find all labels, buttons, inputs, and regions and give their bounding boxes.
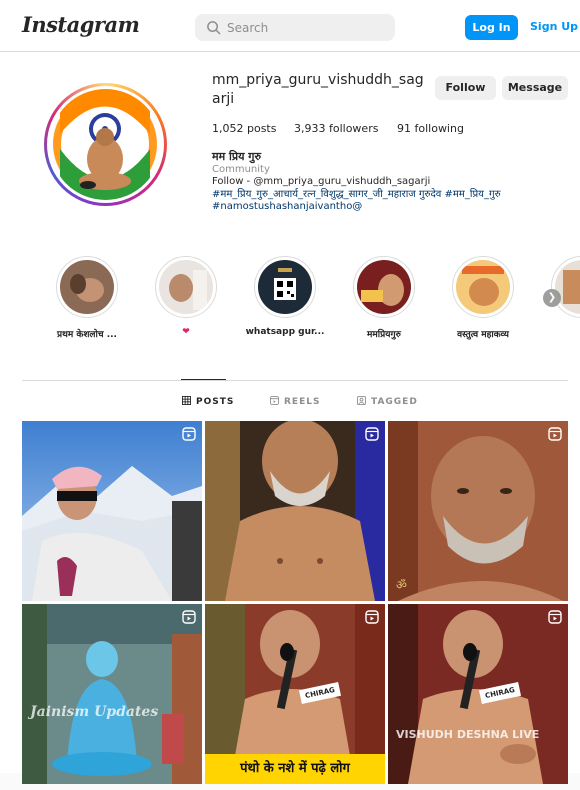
highlight-cover [60, 260, 114, 314]
highlight-label: वस्तुत्व महाकव्य [457, 330, 509, 340]
profile-section: mm_priya_guru_vishuddh_sagarji Follow Me… [0, 53, 580, 784]
instagram-logo[interactable]: Instagram [22, 12, 140, 37]
post-tile[interactable]: Jainism Updates [22, 604, 202, 784]
reel-icon [365, 610, 379, 624]
search-box[interactable] [195, 14, 395, 41]
reel-icon [182, 427, 196, 441]
reel-icon [548, 610, 562, 624]
main-content: mm_priya_guru_vishuddh_sagarji Follow Me… [0, 53, 580, 790]
post-tile[interactable]: CHIRAG VISHUDH DESHNA LIVE [388, 604, 568, 784]
bio-hashtags[interactable]: #मम_प्रिय_गुरु_आचार्य_रत्न_विशुद्ध_सागर_… [212, 189, 562, 202]
post-image [388, 604, 568, 784]
highlight-item[interactable]: वस्तुत्व महाकव्य [438, 256, 528, 340]
post-image [22, 421, 202, 601]
profile-avatar[interactable] [44, 83, 167, 206]
follow-button[interactable]: Follow [435, 76, 496, 100]
following-count[interactable]: 91 following [397, 122, 464, 135]
post-caption-bar: पंथो के नशे में पढ़े लोग [205, 754, 385, 784]
post-image: ॐ [388, 421, 568, 601]
highlight-item[interactable]: ममप्रियगुरु [339, 256, 429, 340]
top-nav: Instagram Log In Sign Up [0, 0, 580, 52]
highlight-label: whatsapp gur... [245, 327, 325, 337]
grid-icon [182, 396, 191, 405]
post-image [205, 421, 385, 601]
highlight-item[interactable]: whatsapp gur... [240, 256, 330, 337]
highlight-label: ❤ [182, 327, 190, 337]
tab-tagged[interactable]: TAGGED [357, 396, 418, 407]
reel-icon [182, 610, 196, 624]
highlight-cover [555, 260, 580, 314]
profile-bio: मम प्रिय गुरु Community Follow - @mm_pri… [212, 150, 562, 214]
highlight-label: प्रथम केशलोच ... [57, 330, 117, 340]
search-icon [207, 21, 221, 35]
story-highlights: प्रथम केशलोच ... ❤ whatsapp gur... ममप्र… [0, 256, 580, 346]
login-button[interactable]: Log In [465, 15, 518, 40]
post-watermark: VISHUDH DESHNA LIVE [396, 728, 540, 741]
signup-link[interactable]: Sign Up [530, 20, 578, 33]
reels-icon [270, 396, 279, 405]
post-image [22, 604, 202, 784]
highlight-cover [456, 260, 510, 314]
profile-username: mm_priya_guru_vishuddh_sagarji [212, 72, 424, 107]
highlight-cover [357, 260, 411, 314]
post-tile[interactable] [22, 421, 202, 601]
highlight-item[interactable] [537, 256, 580, 318]
avatar-image [50, 89, 161, 200]
tagged-icon [357, 396, 366, 405]
reel-icon [365, 427, 379, 441]
avatar-artwork [50, 89, 161, 200]
svg-text:ॐ: ॐ [396, 578, 407, 592]
profile-display-name: मम प्रिय गुरु [212, 150, 262, 163]
chevron-right-icon[interactable]: ❯ [543, 289, 561, 307]
post-tile[interactable]: CHIRAG पंथो के नशे में पढ़े लोग [205, 604, 385, 784]
bio-line-follow: Follow - @mm_priya_guru_vishuddh_sagarji [212, 176, 431, 187]
message-button[interactable]: Message [502, 76, 568, 100]
highlight-cover [258, 260, 312, 314]
active-tab-indicator [181, 379, 226, 380]
tab-label: REELS [284, 397, 321, 407]
posts-count: 1,052 posts [212, 122, 277, 135]
highlight-item[interactable]: ❤ [141, 256, 231, 337]
post-tile[interactable]: ॐ [388, 421, 568, 601]
post-tile[interactable] [205, 421, 385, 601]
profile-category: Community [212, 163, 270, 175]
tab-label: TAGGED [371, 397, 418, 407]
tab-reels[interactable]: REELS [270, 396, 320, 407]
followers-count[interactable]: 3,933 followers [294, 122, 378, 135]
search-input[interactable] [227, 17, 387, 38]
highlight-cover [159, 260, 213, 314]
highlight-label: ममप्रियगुरु [367, 330, 401, 340]
post-overlay-text: Jainism Updates [30, 704, 159, 720]
tabs-divider [22, 380, 568, 381]
bio-hashtag-namostu[interactable]: #namostushashanjaivantho@ [212, 201, 562, 214]
highlight-item[interactable]: प्रथम केशलोच ... [42, 256, 132, 340]
reel-icon [548, 427, 562, 441]
tab-posts[interactable]: POSTS [182, 396, 234, 407]
tab-label: POSTS [196, 397, 235, 407]
